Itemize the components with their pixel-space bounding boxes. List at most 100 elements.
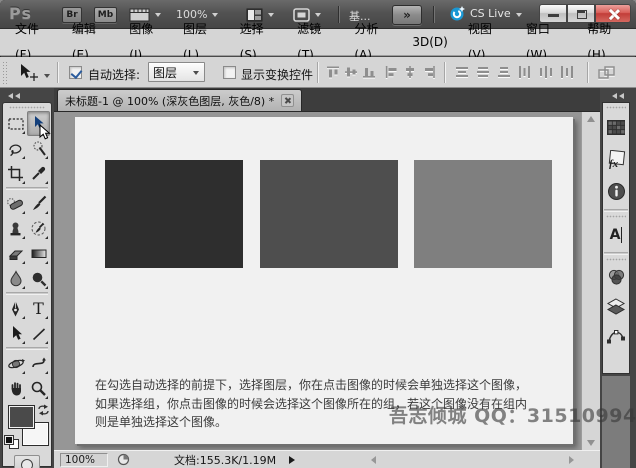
- rectangular-marquee-icon: [7, 116, 25, 132]
- info-icon: [607, 182, 626, 201]
- tool-gradient-button[interactable]: [27, 241, 50, 266]
- tool-type-button[interactable]: T: [27, 296, 50, 321]
- status-zoom-input[interactable]: 100%: [60, 453, 108, 467]
- channels-icon: [607, 269, 626, 286]
- canvas-area[interactable]: 在勾选自动选择的前提下，选择图层，你在点击图像的时候会单独选择这个图像， 如果选…: [54, 112, 600, 450]
- tool-3d-roll-button[interactable]: [27, 351, 50, 376]
- paths-panel-button[interactable]: [603, 321, 629, 351]
- align-right-edges-button[interactable]: [420, 65, 436, 79]
- auto-select-target-dropdown[interactable]: 图层: [148, 62, 205, 82]
- toolbox-separator: [6, 347, 48, 350]
- gray-rectangle-layer-2[interactable]: [260, 160, 398, 268]
- align-vertical-centers-button[interactable]: [343, 65, 359, 79]
- toolbox-separator: [6, 292, 48, 295]
- show-transform-checkbox[interactable]: [223, 66, 236, 79]
- align-left-edges-button[interactable]: [384, 65, 400, 79]
- channels-panel-button[interactable]: [603, 263, 629, 291]
- tool-lasso-button[interactable]: [4, 136, 27, 161]
- tool-hand-button[interactable]: [4, 376, 27, 401]
- document-tab-bar: 未标题-1 @ 100% (深灰色图层, 灰色/8) *: [54, 88, 600, 112]
- align-top-edges-button[interactable]: [325, 65, 341, 79]
- auto-align-layers-button[interactable]: [597, 65, 617, 81]
- panel-dock-divider: [604, 252, 628, 255]
- tool-line-button[interactable]: [27, 321, 50, 346]
- tool-blur-button[interactable]: [4, 266, 27, 291]
- scroll-left-icon[interactable]: [371, 456, 376, 464]
- quick-mask-button[interactable]: [14, 455, 40, 468]
- vertical-scrollbar[interactable]: [581, 112, 600, 450]
- tool-brush-button[interactable]: [27, 191, 50, 216]
- 3d-roll-icon: [30, 356, 48, 371]
- chevron-down-icon: [193, 71, 199, 75]
- character-icon: A: [610, 227, 623, 243]
- tool-eyedropper-button[interactable]: [27, 161, 50, 186]
- distribute-horizontal-centers-button[interactable]: [538, 65, 554, 79]
- scroll-down-icon[interactable]: [587, 440, 595, 446]
- tool-path-selection-button[interactable]: [4, 321, 27, 346]
- tool-crop-button[interactable]: [4, 161, 27, 186]
- document-canvas[interactable]: 在勾选自动选择的前提下，选择图层，你在点击图像的时候会单独选择这个图像， 如果选…: [75, 117, 573, 444]
- auto-select-target-value: 图层: [153, 66, 177, 80]
- scroll-right-icon[interactable]: [569, 456, 574, 464]
- options-separator: [444, 62, 446, 83]
- svg-text:fx: fx: [609, 158, 619, 169]
- character-panel-button[interactable]: A: [603, 220, 629, 250]
- foreground-color-swatch[interactable]: [9, 406, 34, 428]
- tool-pen-button[interactable]: [4, 296, 27, 321]
- swap-colors-icon[interactable]: [37, 404, 50, 417]
- toolbox-separator: [6, 187, 48, 190]
- scroll-up-icon[interactable]: [587, 116, 595, 122]
- tool-clone-stamp-button[interactable]: [4, 216, 27, 241]
- default-colors-icon[interactable]: [5, 436, 19, 449]
- distribute-bottom-edges-button[interactable]: [496, 65, 512, 79]
- tool-history-brush-button[interactable]: [27, 216, 50, 241]
- status-flyout-icon[interactable]: [289, 456, 295, 464]
- options-bar: 自动选择: 图层 显示变换控件: [0, 57, 636, 88]
- eraser-icon: [7, 246, 25, 262]
- distribute-right-edges-button[interactable]: [559, 65, 575, 79]
- expand-panels-icon[interactable]: [612, 93, 626, 100]
- panel-dock-divider: [604, 209, 628, 212]
- line-tool-icon: [31, 326, 47, 342]
- tool-dodge-button[interactable]: [27, 266, 50, 291]
- type-tool-icon: T: [33, 301, 44, 317]
- distribute-left-edges-button[interactable]: [517, 65, 533, 79]
- photoshop-window: Ps Br Mb 100% 基... »: [0, 0, 636, 468]
- swatches-panel-button[interactable]: [603, 111, 629, 143]
- auto-select-label: 自动选择:: [88, 66, 140, 83]
- align-bottom-edges-button[interactable]: [361, 65, 377, 79]
- tab-close-icon[interactable]: [281, 94, 294, 107]
- options-bar-gripper[interactable]: [2, 61, 8, 84]
- distribute-vertical-centers-button[interactable]: [475, 65, 491, 79]
- menu-item-3d[interactable]: 3D(D): [402, 29, 457, 55]
- lasso-icon: [7, 141, 25, 157]
- info-panel-button[interactable]: [603, 175, 629, 207]
- distribute-top-edges-button[interactable]: [454, 65, 470, 79]
- align-horizontal-centers-button[interactable]: [402, 65, 418, 79]
- swatches-icon: [607, 120, 625, 135]
- document-tab-title: 未标题-1 @ 100% (深灰色图层, 灰色/8) *: [65, 93, 274, 109]
- collapse-toolbox-icon[interactable]: [8, 93, 22, 100]
- history-brush-icon: [30, 220, 47, 237]
- tool-preset-dropdown-arrow[interactable]: [44, 74, 50, 78]
- layers-panel-button[interactable]: [603, 291, 629, 321]
- tool-eraser-button[interactable]: [4, 241, 27, 266]
- styles-panel-button[interactable]: fx: [603, 143, 629, 175]
- quick-selection-icon: [30, 140, 48, 157]
- tool-3d-rotate-button[interactable]: [4, 351, 27, 376]
- tool-zoom-button[interactable]: [27, 376, 50, 401]
- mouse-cursor-icon: [38, 124, 53, 141]
- gray-rectangle-layer-3[interactable]: [414, 160, 552, 268]
- tool-move-button[interactable]: [27, 111, 50, 136]
- toolbox-gripper[interactable]: [9, 104, 45, 111]
- document-tab[interactable]: 未标题-1 @ 100% (深灰色图层, 灰色/8) *: [57, 89, 302, 111]
- tool-rectangular-marquee-button[interactable]: [4, 111, 27, 136]
- clone-stamp-icon: [7, 221, 24, 237]
- tool-spot-healing-brush-button[interactable]: [4, 191, 27, 216]
- auto-select-checkbox[interactable]: [69, 66, 82, 79]
- menu-bar: 文件(F) 编辑(E) 图像(I) 图层(L) 选择(S) 滤镜(T) 分析(A…: [0, 29, 636, 56]
- color-swatches-area: [3, 404, 51, 452]
- styles-fx-icon: fx: [606, 150, 626, 169]
- gray-rectangle-layer-1[interactable]: [105, 160, 243, 268]
- status-preview-icon[interactable]: [117, 453, 130, 466]
